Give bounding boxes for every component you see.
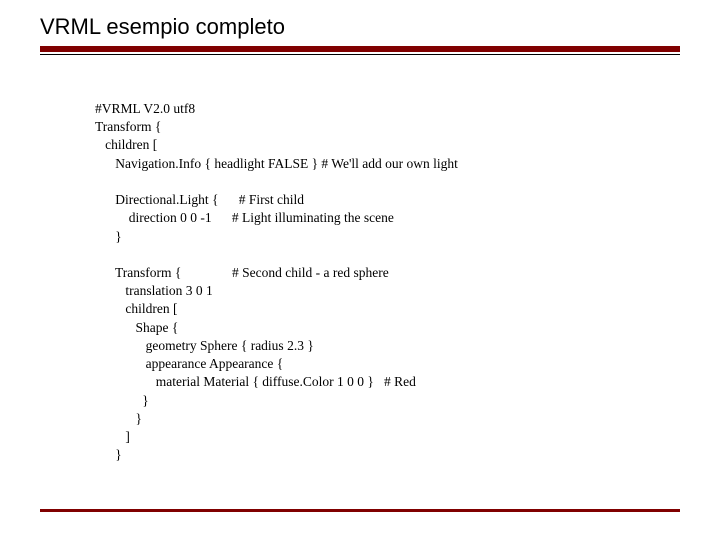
- bottom-rule: [40, 509, 680, 512]
- slide-title: VRML esempio completo: [40, 14, 285, 40]
- code-block: #VRML V2.0 utf8 Transform { children [ N…: [95, 100, 670, 464]
- title-underline: [40, 46, 680, 52]
- title-thinline: [40, 54, 680, 55]
- slide: VRML esempio completo #VRML V2.0 utf8 Tr…: [0, 0, 720, 540]
